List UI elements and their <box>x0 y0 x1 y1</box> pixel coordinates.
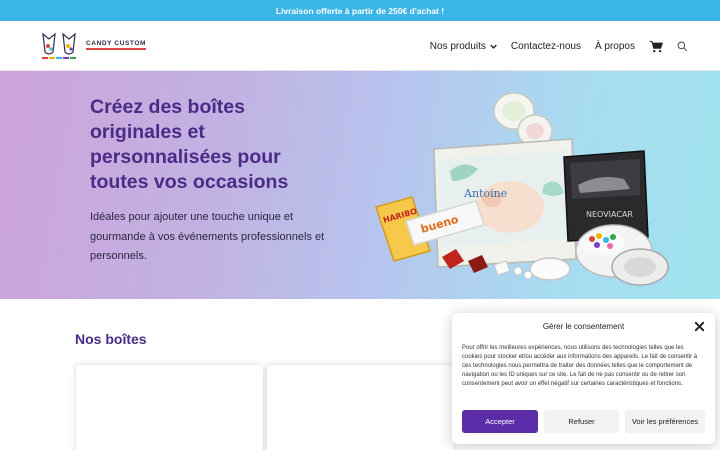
preferences-button[interactable]: Voir les préférences <box>625 410 705 433</box>
nav-contact[interactable]: Contactez-nous <box>511 41 581 52</box>
logo[interactable]: CANDY CUSTOM <box>40 30 147 60</box>
tin-brand-text: NEOVIACAR <box>586 210 633 219</box>
hero-subtitle: Idéales pour ajouter une touche unique e… <box>90 211 325 262</box>
product-card[interactable] <box>76 365 263 450</box>
candy-bags-logo-icon <box>42 32 76 59</box>
close-icon[interactable] <box>694 321 705 332</box>
hero-title: Créez des boîtes originales et personnal… <box>90 96 289 193</box>
promo-text: Livraison offerte à partir de 250€ d'ach… <box>275 5 445 16</box>
nav-products[interactable]: Nos produits <box>430 41 497 52</box>
nav-products-label: Nos produits <box>429 40 486 52</box>
cookie-consent-dialog: Gérer le consentement Pour offrir les me… <box>452 313 715 444</box>
chevron-down-icon <box>490 43 497 50</box>
nav-contact-label: Contactez-nous <box>510 40 581 52</box>
hero-banner: Créez des boîtes originales et personnal… <box>0 71 720 299</box>
promo-banner: Livraison offerte à partir de 250€ d'ach… <box>0 0 720 21</box>
logo-text: CANDY CUSTOM <box>86 40 147 50</box>
nav-about-label: À propos <box>594 40 635 52</box>
consent-title: Gérer le consentement <box>542 322 625 331</box>
search-icon[interactable] <box>677 41 688 52</box>
nav-about[interactable]: À propos <box>595 41 635 52</box>
consent-text: Pour offrir les meilleures expériences, … <box>462 345 698 388</box>
tin-name-text: Antoine <box>463 187 507 200</box>
accept-button[interactable]: Accepter <box>462 410 538 433</box>
main-nav: Nos produits Contactez-nous À propos <box>430 21 688 71</box>
cart-icon[interactable] <box>649 40 663 53</box>
product-card[interactable] <box>267 365 454 450</box>
site-header: CANDY CUSTOM Nos produits Contactez-nous… <box>0 21 720 71</box>
refuse-button[interactable]: Refuser <box>544 410 619 433</box>
custom-candy-boxes-image: Antoine NEOVIACAR HARIBO bueno <box>375 92 669 286</box>
section-title: Nos boîtes <box>75 331 147 347</box>
